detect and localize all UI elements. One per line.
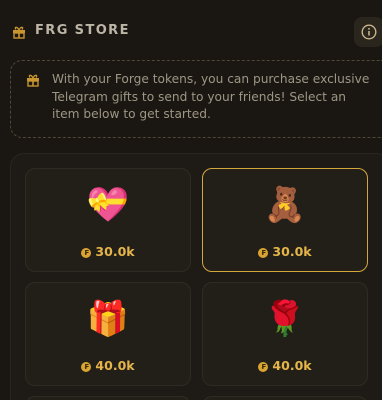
gift-icon [26, 72, 40, 87]
rose-icon: 🌹 [263, 299, 307, 339]
store-item-rose[interactable]: 🌹 ₣ 40.0k [202, 282, 368, 386]
coin-icon: ₣ [81, 362, 92, 372]
teddy-bear-icon: 🧸 [263, 185, 307, 225]
gift-icon [12, 24, 26, 39]
store-info-notice: With your Forge tokens, you can purchase… [10, 60, 382, 138]
coin-icon: ₣ [81, 248, 92, 258]
heart-gift-icon: 💝 [86, 185, 130, 225]
store-item-gift-box[interactable]: 🎁 ₣ 40.0k [25, 282, 191, 386]
store-item-partial[interactable] [202, 396, 368, 400]
coin-icon: ₣ [258, 248, 269, 258]
store-item-heart-gift[interactable]: 💝 ₣ 30.0k [25, 168, 191, 272]
notice-text: With your Forge tokens, you can purchase… [52, 72, 370, 121]
store-item-teddy-bear[interactable]: 🧸 ₣ 30.0k [202, 168, 368, 272]
item-price: ₣ 40.0k [26, 358, 190, 373]
store-item-partial[interactable] [25, 396, 191, 400]
store-header: FRG STORE [0, 0, 382, 60]
page-title: FRG STORE [35, 23, 130, 38]
item-price: ₣ 30.0k [26, 244, 190, 259]
coin-icon: ₣ [258, 362, 269, 372]
info-button[interactable] [354, 17, 382, 47]
item-price: ₣ 30.0k [203, 244, 367, 259]
gift-box-icon: 🎁 [86, 299, 130, 339]
item-price: ₣ 40.0k [203, 358, 367, 373]
